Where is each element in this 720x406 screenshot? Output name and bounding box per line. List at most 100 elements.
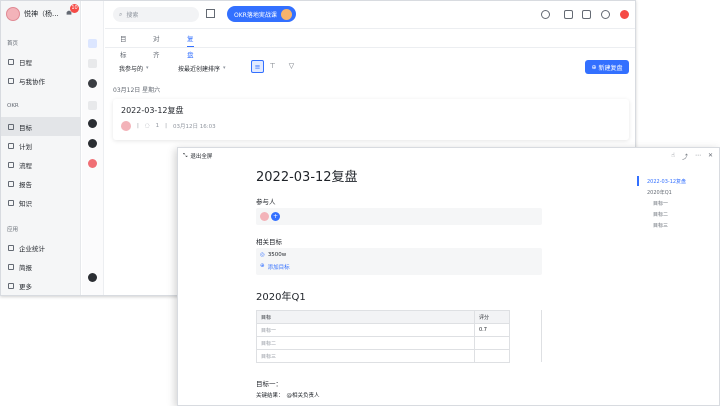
user-name: 悦神（杨... — [24, 10, 59, 18]
chevron-down-icon: ▾ — [223, 65, 226, 71]
avatar — [6, 7, 20, 21]
comment-icon: ◌ — [144, 123, 150, 129]
section-label-okr: OKR — [7, 103, 19, 109]
sidebar-item-plan[interactable]: 计划 — [1, 136, 81, 155]
goal-one-label: 目标一： — [256, 380, 282, 388]
sidebar-item-flow[interactable]: 流程 — [1, 155, 81, 174]
topbar: ⌕ 搜索 OKR落地実战课 — [105, 1, 635, 29]
add-goal-link[interactable]: ⊕ 添加目标 — [260, 263, 290, 271]
add-participant-icon[interactable]: + — [271, 212, 280, 221]
fullscreen-doc-window: ⤡ 退出全屏 ☝ ⤴ ⋯ ✕ 2022-03-12复盘 参与人 + 相关目标 ◎ … — [177, 147, 720, 406]
share-icon[interactable]: ⤴ — [682, 152, 688, 161]
review-card-meta: | ◌ 1 | 03月12日 16:03 — [121, 121, 216, 131]
list-view-button[interactable]: ≡ — [251, 60, 264, 73]
table-header-row: 目标 评分 — [256, 310, 510, 324]
chevron-down-icon: ▾ — [146, 65, 149, 71]
new-review-button[interactable]: ⊕ 新建复盘 — [585, 60, 629, 74]
member-avatar-icon[interactable] — [88, 273, 97, 282]
secondary-rail — [82, 1, 104, 295]
review-card-title: 2022-03-12复盘 — [121, 106, 184, 115]
review-count: 1 — [155, 123, 160, 129]
table-row[interactable]: 目标二 — [256, 336, 510, 350]
separator: | — [137, 123, 139, 129]
flag-icon[interactable] — [564, 10, 573, 19]
toc-item[interactable]: 目标一 — [653, 200, 668, 207]
align-icon[interactable] — [88, 59, 97, 68]
sidebar-item-goals[interactable]: 目标 — [1, 117, 81, 136]
person-icon[interactable] — [88, 39, 97, 48]
sidebar-item-more[interactable]: 更多 — [1, 276, 81, 295]
app-logo-icon[interactable] — [620, 10, 629, 19]
more-menu-icon[interactable]: ⋯ — [695, 152, 701, 161]
related-goals-label: 相关目标 — [256, 238, 282, 246]
search-input[interactable]: ⌕ 搜索 — [113, 7, 199, 22]
tab-review[interactable]: 复盘 — [187, 31, 194, 59]
close-icon[interactable]: ✕ — [708, 152, 713, 161]
related-goal-item[interactable]: ◎ 3500w — [260, 252, 286, 258]
created-time: 03月12日 16:03 — [173, 124, 216, 130]
lightbulb-icon[interactable] — [541, 10, 550, 19]
related-goals-box: ◎ 3500w ⊕ 添加目标 — [256, 248, 542, 275]
toc-item[interactable]: 2020年Q1 — [647, 189, 672, 196]
sidebar: 悦神（杨... 10 首页 日程 与我协作 OKR 目标 计划 流程 报告 知识… — [1, 1, 81, 295]
table-row[interactable]: 目标三 — [256, 349, 510, 363]
member-avatar-icon[interactable] — [88, 139, 97, 148]
tree-view-button[interactable]: ⊤ — [266, 60, 279, 73]
like-icon[interactable]: ☝ — [671, 152, 675, 161]
participants-box: + — [256, 208, 542, 225]
sidebar-item-report[interactable]: 报告 — [1, 174, 81, 193]
help-icon[interactable] — [601, 10, 610, 19]
stats-icon — [8, 244, 14, 251]
target-icon: ◎ — [260, 252, 265, 258]
section-label-apps: 应用 — [7, 227, 19, 233]
plus-icon: ⊕ — [260, 263, 265, 269]
review-card[interactable]: 2022-03-12复盘 | ◌ 1 | 03月12日 16:03 — [113, 99, 629, 140]
sidebar-item-collab[interactable]: 与我协作 — [1, 71, 81, 90]
divider — [541, 310, 542, 362]
goal-icon — [8, 123, 14, 130]
sidebar-item-stats[interactable]: 企业统计 — [1, 238, 81, 257]
okr-course-button[interactable]: OKR落地実战课 — [227, 6, 296, 22]
participation-filter[interactable]: 我参与的 ▾ — [119, 61, 149, 75]
sidebar-item-knowledge[interactable]: 知识 — [1, 193, 81, 212]
brief-icon — [8, 263, 14, 270]
section-label-home: 首页 — [7, 41, 19, 47]
notification-badge: 10 — [70, 4, 79, 13]
user-menu[interactable]: 悦神（杨... — [6, 6, 59, 22]
key-result-line: 关键结果： @相关负责人 — [256, 393, 320, 399]
qr-code-icon[interactable] — [206, 9, 215, 18]
separator: | — [165, 123, 168, 129]
toc-item[interactable]: 2022-03-12复盘 — [647, 178, 686, 185]
table-row[interactable]: 目标一 0.7 — [256, 323, 510, 337]
sidebar-item-brief[interactable]: 简报 — [1, 257, 81, 276]
book-icon[interactable] — [582, 10, 591, 19]
tab-goals[interactable]: 目标 — [120, 31, 127, 59]
plan-icon — [8, 142, 14, 149]
calendar-icon — [8, 58, 14, 65]
section-heading: 2020年Q1 — [256, 292, 306, 303]
collapse-icon: ⤡ — [183, 152, 188, 159]
more-icon — [8, 282, 14, 289]
filter-icon[interactable]: ▽ — [285, 60, 298, 73]
participants-label: 参与人 — [256, 198, 276, 206]
plus-icon: ⊕ — [591, 63, 597, 71]
avatar — [280, 8, 292, 20]
flow-icon — [8, 161, 14, 168]
toc-item[interactable]: 目标三 — [653, 222, 668, 229]
sort-dropdown[interactable]: 按最近创建排序 ▾ — [178, 61, 226, 75]
date-header: 03月12日 星期六 — [113, 87, 161, 94]
toc-item[interactable]: 目标二 — [653, 211, 668, 218]
window-controls: ☝ ⤴ ⋯ ✕ — [671, 152, 713, 161]
bookmark-icon[interactable] — [88, 101, 97, 110]
member-avatar-icon[interactable] — [88, 119, 97, 128]
search-icon: ⌕ — [119, 10, 123, 18]
divider — [105, 47, 635, 48]
knowledge-icon — [8, 199, 14, 206]
sidebar-item-schedule[interactable]: 日程 — [1, 52, 81, 71]
member-avatar-icon[interactable] — [88, 159, 97, 168]
member-avatar-icon[interactable] — [88, 79, 97, 88]
doc-title: 2022-03-12复盘 — [256, 170, 358, 185]
exit-fullscreen-button[interactable]: ⤡ 退出全屏 — [183, 152, 212, 161]
tab-align[interactable]: 对齐 — [153, 31, 160, 59]
collab-icon — [8, 77, 14, 84]
